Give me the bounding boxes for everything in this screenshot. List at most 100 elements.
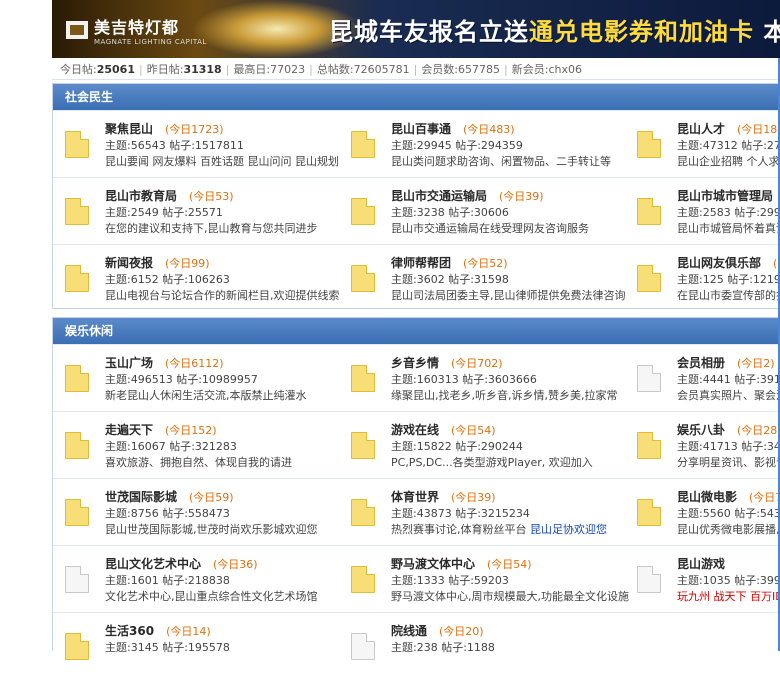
stat-yesterday-value: 31318 xyxy=(183,63,222,76)
folder-new-icon xyxy=(65,365,89,392)
forum-name-link[interactable]: 昆山百事通 xyxy=(391,122,451,136)
forum-name-link[interactable]: 游戏在线 xyxy=(391,423,439,437)
forum-name-link[interactable]: 昆山市交通运输局 xyxy=(391,189,487,203)
folder-new-icon xyxy=(351,265,375,292)
forum-desc: 昆山市城管局怀着真诚 xyxy=(677,222,780,235)
stat-today-label: 今日帖: xyxy=(60,63,97,76)
stat-total-label: 总帖数: xyxy=(316,63,354,76)
forum-desc: 会员真实照片、聚会活 xyxy=(677,389,780,402)
forum-name-link[interactable]: 昆山网友俱乐部 xyxy=(677,256,761,270)
football-assoc-link[interactable]: 昆山足协欢迎您 xyxy=(530,523,607,536)
forum-name-link[interactable]: 昆山市城市管理局 xyxy=(677,189,773,203)
forum-name-link[interactable]: 乡音乡情 xyxy=(391,356,439,370)
folder-icon xyxy=(351,633,375,660)
section-title[interactable]: 社会民生 xyxy=(53,84,780,110)
forum-name-link[interactable]: 昆山文化艺术中心 xyxy=(105,557,201,571)
forum-name-link[interactable]: 走遍天下 xyxy=(105,423,153,437)
today-count: (今日20) xyxy=(439,625,484,638)
forum-name-link[interactable]: 昆山市教育局 xyxy=(105,189,177,203)
forum-name-link[interactable]: 玉山广场 xyxy=(105,356,153,370)
stat-yesterday-label: 昨日帖: xyxy=(146,63,184,76)
folder-new-icon xyxy=(65,131,89,158)
stat-separator: | xyxy=(139,63,143,76)
forum-name-link[interactable]: 野马渡文体中心 xyxy=(391,557,475,571)
forum-row: 新闻夜报 (今日99) 主题:6152 帖子:106263 昆山电视台与论坛合作的… xyxy=(53,244,780,311)
section-title[interactable]: 娱乐休闲 xyxy=(53,318,780,344)
forum-desc: 分享明星资讯、影视音 xyxy=(677,456,780,469)
forum-cell: 昆山百事通 (今日483) 主题:29945 帖子:294359 昆山类问题求助咨… xyxy=(339,111,625,177)
forum-cell: 新闻夜报 (今日99) 主题:6152 帖子:106263 昆山电视台与论坛合作的… xyxy=(53,245,340,311)
forum-name-link[interactable]: 昆山游戏 xyxy=(677,557,725,571)
forum-desc: 热烈赛事讨论,体育粉丝平台 昆山足协欢迎您 xyxy=(391,522,607,538)
section-entertainment: 娱乐休闲 玉山广场 (今日6112) 主题:496513 帖子:10989957 … xyxy=(52,317,780,660)
stat-separator: | xyxy=(413,63,418,76)
forum-desc: 野马渡文体中心,周市规模最大,功能最全文化设施 xyxy=(391,590,629,603)
forum-cell: 聚焦昆山 (今日1723) 主题:56543 帖子:1517811 昆山要闻 网友… xyxy=(53,111,339,177)
forum-counts: 主题:238 帖子:1188 xyxy=(391,641,495,654)
forum-name-link[interactable]: 律师帮帮团 xyxy=(391,256,451,270)
section-social: 社会民生 聚焦昆山 (今日1723) 主题:56543 帖子:1517811 昆山… xyxy=(52,83,780,309)
stat-max-label: 最高日: xyxy=(233,63,271,76)
forum-cell: 玉山广场 (今日6112) 主题:496513 帖子:10989957 新老昆山人… xyxy=(53,345,339,411)
folder-new-icon xyxy=(65,265,89,292)
forum-name-link[interactable]: 昆山人才 xyxy=(677,122,725,136)
forum-counts: 主题:8756 帖子:558473 xyxy=(105,507,230,520)
forum-cell: 乡音乡情 (今日702) 主题:160313 帖子:3603666 缘聚昆山,找老… xyxy=(339,345,625,411)
folder-new-icon xyxy=(351,499,375,526)
forum-name-link[interactable]: 世茂国际影城 xyxy=(105,490,177,504)
forum-cell: 昆山市教育局 (今日53) 主题:2549 帖子:25571 在您的建议和支持下,… xyxy=(53,178,339,244)
forum-desc: 文化艺术中心,昆山重点综合性文化艺术场馆 xyxy=(105,590,318,603)
forum-counts: 主题:15822 帖子:290244 xyxy=(391,440,523,453)
folder-new-icon xyxy=(637,131,661,158)
forum-name-link[interactable]: 院线通 xyxy=(391,624,427,638)
today-count: (今日54) xyxy=(451,424,496,437)
forum-desc-text: 热烈赛事讨论,体育粉丝平台 xyxy=(391,523,530,536)
folder-new-icon xyxy=(65,633,89,660)
slogan-part1: 昆城车友报名立送 xyxy=(329,18,529,46)
folder-new-icon xyxy=(65,198,89,225)
stat-members-value: 657785 xyxy=(458,63,501,76)
banner-logo: 美吉特灯都 MAGNATE LIGHTING CAPITAL xyxy=(66,14,207,46)
forum-name-link[interactable]: 娱乐八卦 xyxy=(677,423,725,437)
folder-icon xyxy=(637,365,661,392)
stat-separator: | xyxy=(504,63,508,76)
forum-counts: 主题:1333 帖子:59203 xyxy=(391,574,509,587)
forum-cell: 野马渡文体中心 (今日54) 主题:1333 帖子:59203 野马渡文体中心,周… xyxy=(339,546,629,612)
forum-name-link[interactable]: 新闻夜报 xyxy=(105,256,153,270)
banner-slogan: 昆城车友报名立送通兑电影券和加油卡 本 xyxy=(329,12,780,47)
forum-desc: 在昆山市委宣传部的指 xyxy=(677,289,780,302)
forum-stats-bar: 今日帖:25061 | 昨日帖:31318 | 最高日:77023 | 总帖数:726057… xyxy=(52,60,780,80)
today-count: (今日2) xyxy=(737,357,775,370)
forum-cell: 体育世界 (今日39) 主题:43873 帖子:3215234 热烈赛事讨论,体育… xyxy=(339,479,625,545)
stat-newmember-label: 新会员: xyxy=(511,63,549,76)
forum-name-link[interactable]: 会员相册 xyxy=(677,356,725,370)
stat-newmember-link[interactable]: chx06 xyxy=(548,63,582,76)
forum-row: 走遍天下 (今日152) 主题:16067 帖子:321283 喜欢旅游、拥抱自然… xyxy=(53,411,780,478)
forum-row: 生活360 (今日14) 主题:3145 帖子:195578 院线通 (今日20) … xyxy=(53,612,780,679)
forum-cell: 昆山网友俱乐部 ( 主题:125 帖子:1219 在昆山市委宣传部的指 xyxy=(625,245,780,311)
today-count: (今日184 xyxy=(737,123,780,136)
forum-counts: 主题:56543 帖子:1517811 xyxy=(105,139,244,152)
forum-cell: 昆山游戏 主题:1035 帖子:3999 玩九州 战天下 百万ID xyxy=(625,546,780,612)
forum-name-link[interactable]: 体育世界 xyxy=(391,490,439,504)
folder-icon xyxy=(637,566,661,593)
forum-counts: 主题:1035 帖子:3999 xyxy=(677,574,780,587)
forum-desc: 在您的建议和支持下,昆山教育与您共同进步 xyxy=(105,222,318,235)
folder-new-icon xyxy=(351,131,375,158)
forum-name-link[interactable]: 昆山微电影 xyxy=(677,490,737,504)
forum-counts: 主题:125 帖子:1219 xyxy=(677,273,780,286)
forum-name-link[interactable]: 生活360 xyxy=(105,624,154,638)
today-count: (今日152) xyxy=(165,424,217,437)
today-count: (今日6112) xyxy=(165,357,224,370)
today-count: ( xyxy=(773,257,778,270)
forum-counts: 主题:4441 帖子:391 xyxy=(677,373,780,386)
today-count: (今日99) xyxy=(165,257,210,270)
forum-name-link[interactable]: 聚焦昆山 xyxy=(105,122,153,136)
forum-cell: 院线通 (今日20) 主题:238 帖子:1188 xyxy=(339,613,625,679)
forum-cell: 世茂国际影城 (今日59) 主题:8756 帖子:558473 昆山世茂国际影城,… xyxy=(53,479,339,545)
logo-mark-icon xyxy=(66,21,88,39)
header-banner-ad[interactable]: 美吉特灯都 MAGNATE LIGHTING CAPITAL 昆城车友报名立送通… xyxy=(52,0,780,58)
forum-counts: 主题:6152 帖子:106263 xyxy=(105,273,230,286)
forum-row: 聚焦昆山 (今日1723) 主题:56543 帖子:1517811 昆山要闻 网友… xyxy=(53,110,780,177)
forum-desc: 喜欢旅游、拥抱自然、体现自我的请进 xyxy=(105,456,292,469)
